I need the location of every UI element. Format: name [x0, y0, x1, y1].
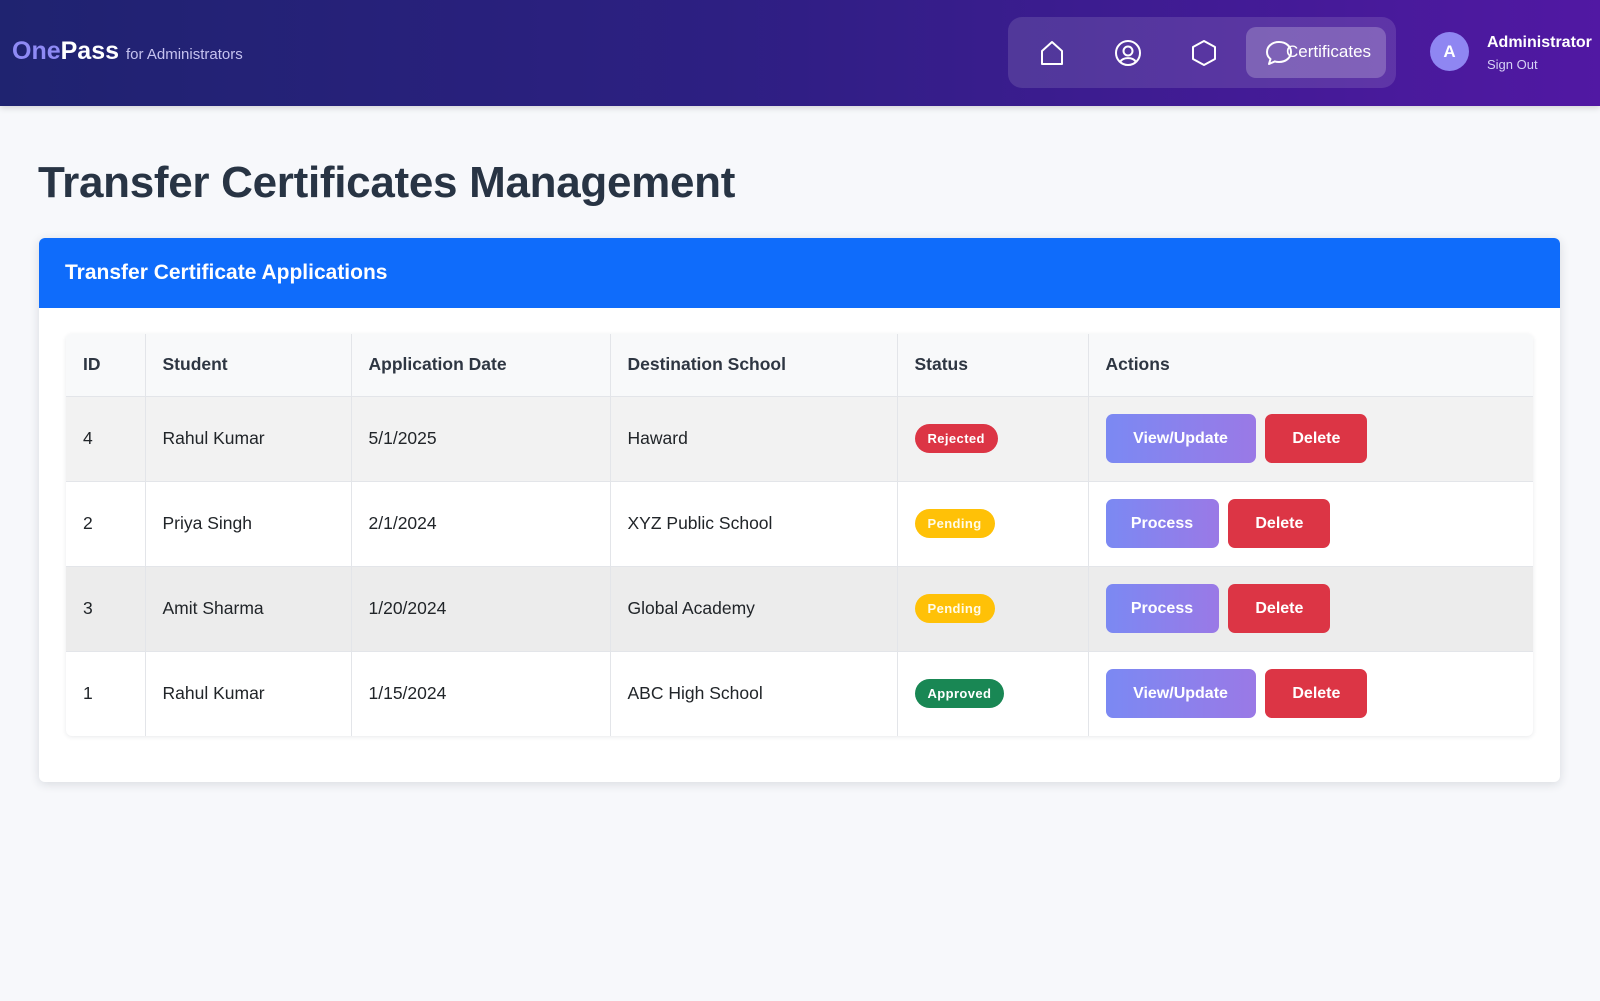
cell-actions: View/Update Delete [1088, 396, 1533, 482]
nav-hexagon-button[interactable] [1174, 27, 1234, 78]
cell-actions: Process Delete [1088, 481, 1533, 567]
nav-certificates-label: Certificates [1286, 42, 1372, 61]
process-button[interactable]: Process [1105, 499, 1219, 548]
card-header: Transfer Certificate Applications [39, 238, 1560, 308]
cell-date: 5/1/2025 [351, 396, 611, 482]
cell-date: 1/20/2024 [351, 566, 611, 652]
home-icon [1041, 40, 1063, 65]
status-badge: Rejected [914, 424, 998, 453]
status-badge: Pending [914, 594, 995, 623]
delete-button[interactable]: Delete [1265, 414, 1368, 463]
brand-name-part1: One [12, 37, 61, 65]
cell-id: 2 [66, 481, 146, 567]
view-update-button[interactable]: View/Update [1105, 414, 1256, 463]
card-title: Transfer Certificate Applications [65, 261, 388, 284]
table-header-row: ID Student Application Date Destination … [66, 334, 1533, 397]
main-nav: Certificates [1008, 17, 1396, 88]
nav-profile-button[interactable] [1098, 27, 1158, 78]
brand-name-part2: Pass [60, 37, 120, 65]
cell-destination: ABC High School [610, 651, 898, 736]
cell-status: Pending [897, 566, 1089, 652]
cell-destination: Haward [610, 396, 898, 482]
cell-id: 1 [66, 651, 146, 736]
table-row: 2 Priya Singh 2/1/2024 XYZ Public School… [66, 481, 1533, 567]
top-navbar: One Pass for Administrators Certificates… [0, 0, 1600, 106]
cell-student: Priya Singh [145, 481, 352, 567]
user-circle-icon [1115, 39, 1141, 66]
cell-status: Rejected [897, 396, 1089, 482]
cell-destination: Global Academy [610, 566, 898, 652]
cell-student: Amit Sharma [145, 566, 352, 652]
header-student: Student [145, 334, 352, 397]
cell-destination: XYZ Public School [610, 481, 898, 567]
process-button[interactable]: Process [1105, 584, 1219, 633]
cell-status: Approved [897, 651, 1089, 736]
applications-table: ID Student Application Date Destination … [66, 334, 1533, 736]
header-status: Status [897, 334, 1089, 397]
applications-table-container: ID Student Application Date Destination … [66, 334, 1533, 736]
sign-out-link[interactable]: Sign Out [1487, 57, 1538, 72]
cell-status: Pending [897, 481, 1089, 567]
nav-home-button[interactable] [1022, 27, 1082, 78]
delete-button[interactable]: Delete [1228, 499, 1331, 548]
view-update-button[interactable]: View/Update [1105, 669, 1256, 719]
table-row: 1 Rahul Kumar 1/15/2024 ABC High School … [66, 651, 1533, 736]
cell-date: 1/15/2024 [351, 651, 611, 736]
cell-student: Rahul Kumar [145, 396, 352, 482]
table-row: 4 Rahul Kumar 5/1/2025 Haward Rejected V… [66, 396, 1533, 482]
header-destination-school: Destination School [610, 334, 898, 397]
delete-button[interactable]: Delete [1228, 584, 1331, 633]
cell-id: 3 [66, 566, 146, 652]
cell-date: 2/1/2024 [351, 481, 611, 567]
delete-button[interactable]: Delete [1265, 669, 1368, 719]
status-badge: Pending [914, 509, 995, 538]
header-id: ID [66, 334, 146, 397]
cell-id: 4 [66, 396, 146, 482]
hexagon-icon [1192, 39, 1216, 66]
applications-card: Transfer Certificate Applications ID Stu… [39, 238, 1560, 782]
brand-subtitle: for Administrators [126, 46, 243, 63]
user-name: Administrator [1487, 34, 1592, 51]
header-application-date: Application Date [351, 334, 611, 397]
cell-actions: View/Update Delete [1088, 651, 1533, 736]
table-row: 3 Amit Sharma 1/20/2024 Global Academy P… [66, 566, 1533, 652]
status-badge: Approved [914, 679, 1005, 709]
page-title: Transfer Certificates Management [38, 158, 736, 207]
avatar[interactable]: A [1430, 32, 1469, 71]
brand-logo[interactable]: One Pass for Administrators [12, 37, 243, 66]
cell-student: Rahul Kumar [145, 651, 352, 736]
cell-actions: Process Delete [1088, 566, 1533, 652]
header-actions: Actions [1088, 334, 1533, 397]
nav-certificates-button[interactable]: Certificates [1246, 27, 1386, 78]
